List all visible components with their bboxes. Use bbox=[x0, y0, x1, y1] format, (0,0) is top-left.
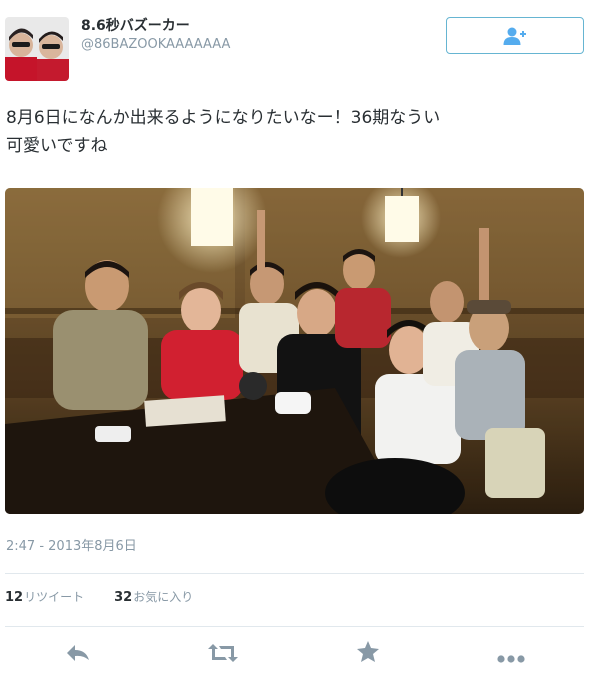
tweet-stats: 12リツイート 32お気に入り bbox=[5, 588, 193, 605]
display-name[interactable]: 8.6秒バズーカー bbox=[81, 15, 190, 35]
divider bbox=[5, 573, 584, 574]
tweet-photo[interactable] bbox=[5, 188, 584, 514]
favorite-stat[interactable]: 32お気に入り bbox=[114, 588, 193, 605]
avatar[interactable] bbox=[5, 17, 69, 81]
tweet-text: 8月6日になんか出来るようになりたいなー！36期なうい 可愛いですね bbox=[6, 104, 586, 160]
star-icon[interactable] bbox=[357, 641, 379, 666]
retweet-label: リツイート bbox=[24, 590, 85, 604]
tweet-text-line: 可愛いですね bbox=[6, 136, 108, 156]
group-photo-image bbox=[5, 188, 584, 514]
retweet-icon[interactable] bbox=[208, 643, 238, 667]
user-handle[interactable]: @86BAZOOKAAAAAAA bbox=[81, 37, 230, 52]
avatar-image bbox=[5, 17, 69, 81]
tweet-text-line: 8月6日になんか出来るようになりたいなー！36期なうい bbox=[6, 108, 441, 128]
retweet-count: 12 bbox=[5, 590, 24, 605]
divider bbox=[5, 626, 584, 627]
more-icon[interactable] bbox=[497, 648, 525, 667]
follow-user-icon bbox=[503, 27, 526, 45]
retweet-stat[interactable]: 12リツイート bbox=[5, 588, 84, 605]
follow-button[interactable] bbox=[446, 17, 584, 54]
tweet-timestamp[interactable]: 2:47 - 2013年8月6日 bbox=[6, 535, 137, 554]
reply-icon[interactable] bbox=[66, 644, 90, 666]
favorite-count: 32 bbox=[114, 590, 133, 605]
favorite-label: お気に入り bbox=[133, 590, 194, 604]
